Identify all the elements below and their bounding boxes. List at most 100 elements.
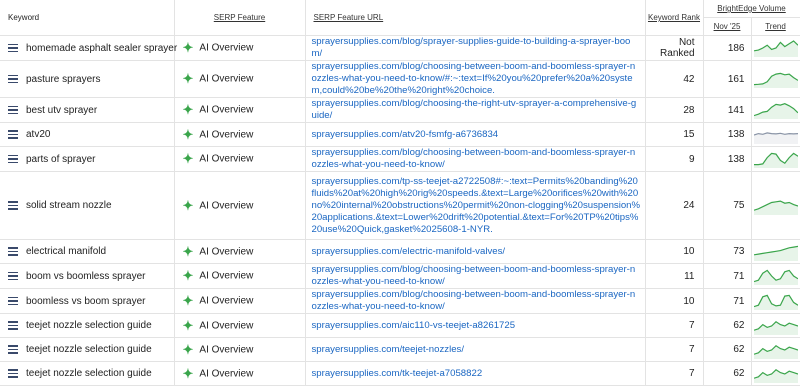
serp-feature-header[interactable]: SERP Feature (174, 0, 306, 36)
trend-cell (751, 122, 800, 147)
trend-sparkline (753, 152, 798, 168)
trend-cell (751, 97, 800, 123)
table-row[interactable]: teejet nozzle selection guide ✦ AI Overvie… (0, 337, 800, 362)
table-row[interactable]: pasture sprayers ✦ AI Overview sprayersuppl… (0, 60, 800, 98)
serp-url-link[interactable]: sprayersupplies.com/tp-ss-teejet-a272250… (305, 171, 646, 240)
serp-url-link[interactable]: sprayersupplies.com/tk-teejet-a7058822 (305, 361, 646, 386)
table-row[interactable]: teejet nozzle selection guide ✦ AI Overvie… (0, 313, 800, 338)
keyword-header[interactable]: Keyword (0, 0, 175, 36)
keyword-text: atv20 (26, 129, 51, 141)
keyword-cell: parts of sprayer (0, 146, 175, 172)
drag-handle-icon[interactable] (8, 245, 18, 258)
drag-handle-icon[interactable] (8, 128, 18, 141)
volume-value: 75 (703, 171, 752, 240)
serp-feature-text: AI Overview (199, 200, 254, 212)
keyword-rank-value: 10 (645, 239, 704, 264)
sparkle-icon: ✦ (182, 151, 194, 166)
keyword-cell: solid stream nozzle (0, 171, 175, 240)
drag-handle-icon[interactable] (8, 319, 18, 332)
keyword-rank-value: 7 (645, 337, 704, 362)
brightedge-volume-header[interactable]: BrightEdge Volume (703, 0, 800, 18)
sparkle-icon: ✦ (182, 40, 194, 55)
serp-feature-text: AI Overview (199, 246, 254, 258)
trend-sparkline (753, 368, 798, 383)
keyword-text: best utv sprayer (26, 104, 98, 116)
trend-sparkline (753, 294, 798, 310)
sparkle-icon: ✦ (182, 293, 194, 308)
drag-handle-icon[interactable] (8, 295, 18, 308)
keyword-rank-header[interactable]: Keyword Rank (645, 0, 704, 36)
serp-url-link[interactable]: sprayersupplies.com/blog/choosing-the-ri… (305, 97, 646, 123)
drag-handle-icon[interactable] (8, 73, 18, 86)
keyword-text: pasture sprayers (26, 73, 101, 85)
serp-feature-cell: ✦ AI Overview (174, 122, 306, 147)
table-row[interactable]: atv20 ✦ AI Overview sprayersupplies.com/atv… (0, 122, 800, 147)
serp-url-link[interactable]: sprayersupplies.com/blog/sprayer-supplie… (305, 35, 646, 61)
volume-value: 141 (703, 97, 752, 123)
keyword-text: parts of sprayer (26, 153, 96, 165)
serp-feature-cell: ✦ AI Overview (174, 239, 306, 264)
serp-url-link[interactable]: sprayersupplies.com/blog/choosing-betwee… (305, 146, 646, 172)
sparkle-icon: ✦ (182, 341, 194, 357)
trend-sparkline (753, 72, 798, 88)
serp-feature-cell: ✦ AI Overview (174, 263, 306, 289)
trend-header[interactable]: Trend (751, 17, 800, 36)
trend-area (753, 132, 798, 144)
trend-sparkline (753, 245, 798, 261)
serp-url-header[interactable]: SERP Feature URL (305, 0, 646, 36)
keyword-cell: teejet nozzle selection guide (0, 361, 175, 386)
serp-feature-cell: ✦ AI Overview (174, 60, 306, 98)
serp-feature-cell: ✦ AI Overview (174, 146, 306, 172)
serp-url-link[interactable]: sprayersupplies.com/blog/choosing-betwee… (305, 263, 646, 289)
keyword-text: teejet nozzle selection guide (26, 320, 152, 332)
table-row[interactable]: electrical manifold ✦ AI Overview sprayersu… (0, 239, 800, 264)
table-row[interactable]: best utv sprayer ✦ AI Overview sprayersuppl… (0, 97, 800, 123)
serp-feature-cell: ✦ AI Overview (174, 97, 306, 123)
keyword-text: boomless vs boom sprayer (26, 295, 146, 307)
table-row[interactable]: parts of sprayer ✦ AI Overview sprayersuppl… (0, 146, 800, 172)
trend-sparkline (753, 40, 798, 57)
table-row[interactable]: teejet nozzle selection guide ✦ AI Overvie… (0, 361, 800, 386)
drag-handle-icon[interactable] (8, 42, 18, 55)
trend-sparkline (753, 199, 798, 215)
serp-url-link[interactable]: sprayersupplies.com/aic110-vs-teejet-a82… (305, 313, 646, 338)
volume-value: 161 (703, 60, 752, 98)
trend-sparkline (753, 103, 798, 119)
serp-feature-text: AI Overview (199, 153, 254, 165)
sparkle-icon: ✦ (182, 317, 194, 333)
trend-cell (751, 171, 800, 240)
keyword-table: Keyword SERP Feature SERP Feature URL Ke… (0, 0, 800, 386)
drag-handle-icon[interactable] (8, 343, 18, 356)
trend-cell (751, 361, 800, 386)
keyword-rank-value: 42 (645, 60, 704, 98)
volume-value: 62 (703, 361, 752, 386)
serp-url-link[interactable]: sprayersupplies.com/atv20-fsmfg-a6736834 (305, 122, 646, 147)
serp-url-link[interactable]: sprayersupplies.com/blog/choosing-betwee… (305, 288, 646, 314)
keyword-text: solid stream nozzle (26, 200, 112, 212)
serp-url-link[interactable]: sprayersupplies.com/blog/choosing-betwee… (305, 60, 646, 98)
serp-url-link[interactable]: sprayersupplies.com/electric-manifold-va… (305, 239, 646, 264)
keyword-rank-value: 9 (645, 146, 704, 172)
table-row[interactable]: homemade asphalt sealer sprayer ✦ AI Overv… (0, 35, 800, 61)
keyword-cell: boom vs boomless sprayer (0, 263, 175, 289)
table-row[interactable]: solid stream nozzle ✦ AI Overview sprayersu… (0, 171, 800, 240)
drag-handle-icon[interactable] (8, 104, 18, 117)
trend-area (753, 103, 798, 119)
table-row[interactable]: boom vs boomless sprayer ✦ AI Overview spra… (0, 263, 800, 289)
drag-handle-icon[interactable] (8, 367, 18, 380)
trend-cell (751, 313, 800, 338)
keyword-rank-value: 10 (645, 288, 704, 314)
serp-url-link[interactable]: sprayersupplies.com/teejet-nozzles/ (305, 337, 646, 362)
serp-feature-text: AI Overview (199, 73, 254, 85)
table-row[interactable]: boomless vs boom sprayer ✦ AI Overview spra… (0, 288, 800, 314)
nov-header[interactable]: Nov '25 (703, 17, 752, 36)
volume-value: 71 (703, 288, 752, 314)
serp-feature-cell: ✦ AI Overview (174, 35, 306, 61)
drag-handle-icon[interactable] (8, 270, 18, 283)
serp-feature-cell: ✦ AI Overview (174, 313, 306, 338)
volume-value: 186 (703, 35, 752, 61)
drag-handle-icon[interactable] (8, 199, 18, 212)
keyword-rank-value: Not Ranked (645, 35, 704, 61)
drag-handle-icon[interactable] (8, 153, 18, 166)
serp-feature-text: AI Overview (199, 368, 254, 380)
